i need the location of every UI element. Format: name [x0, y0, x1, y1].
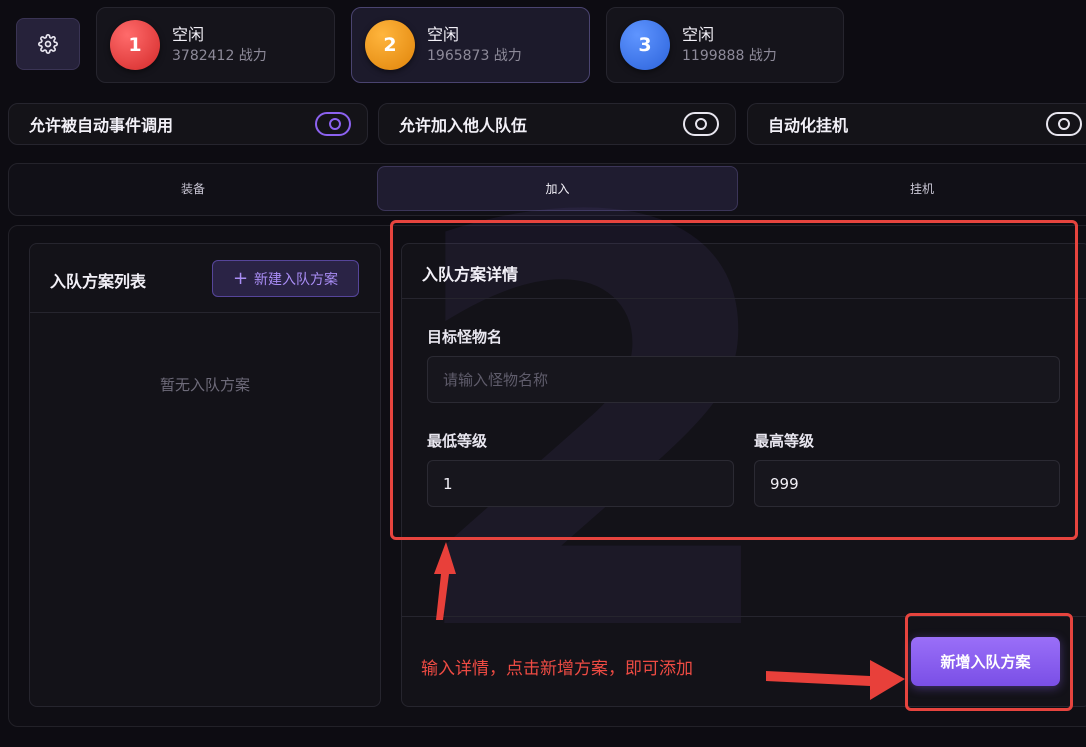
annotation-arrows [434, 542, 905, 700]
arrow-right-icon [766, 660, 905, 700]
arrow-up-icon [434, 542, 456, 620]
